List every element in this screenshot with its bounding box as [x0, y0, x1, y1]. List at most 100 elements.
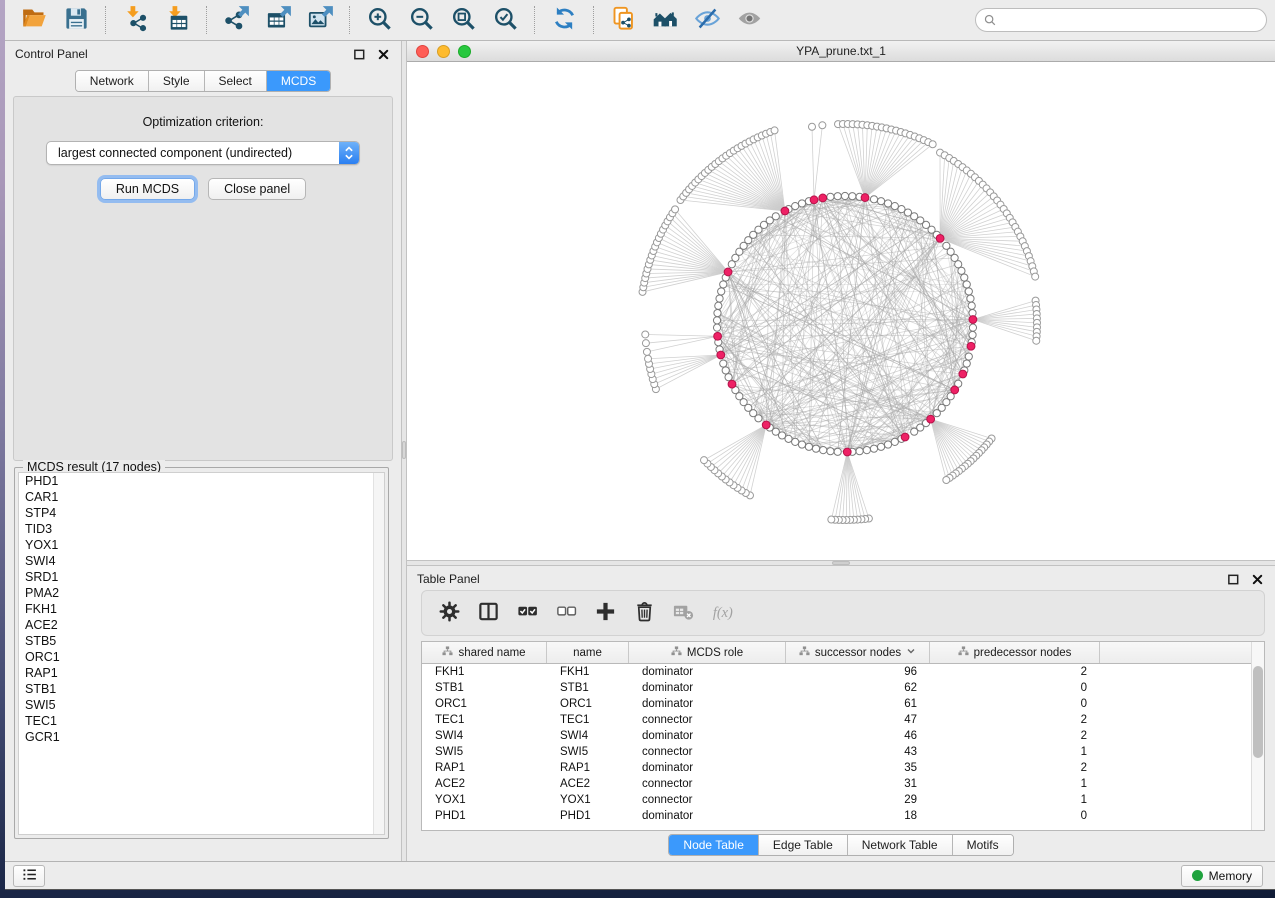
tab-node-table[interactable]: Node Table — [669, 835, 759, 855]
horizontal-splitter-handle[interactable] — [832, 561, 850, 565]
network-node[interactable] — [792, 438, 799, 445]
satellite-node[interactable] — [1033, 337, 1040, 344]
network-node[interactable] — [870, 196, 877, 203]
network-node[interactable] — [849, 193, 856, 200]
tab-edge-table[interactable]: Edge Table — [759, 835, 848, 855]
column-header-predecessor-nodes[interactable]: predecessor nodes — [930, 642, 1100, 663]
import-network-button[interactable] — [117, 3, 153, 37]
satellite-node[interactable] — [645, 355, 652, 362]
satellite-node[interactable] — [701, 457, 708, 464]
tab-mcds[interactable]: MCDS — [267, 71, 330, 91]
add-column-button[interactable] — [590, 598, 620, 628]
mcds-node[interactable] — [819, 194, 827, 202]
network-node[interactable] — [713, 324, 720, 331]
save-session-button[interactable] — [58, 3, 94, 37]
network-node[interactable] — [877, 198, 884, 205]
mcds-node[interactable] — [959, 370, 967, 378]
mcds-node[interactable] — [969, 316, 977, 324]
table-row[interactable]: YOX1YOX1connector291 — [422, 792, 1264, 808]
table-row[interactable]: ACE2ACE2connector311 — [422, 776, 1264, 792]
close-panel-button[interactable]: Close panel — [208, 178, 306, 200]
mcds-result-item[interactable]: SWI4 — [19, 553, 384, 569]
mcds-node[interactable] — [781, 207, 789, 215]
network-node[interactable] — [805, 443, 812, 450]
network-node[interactable] — [820, 447, 827, 454]
network-node[interactable] — [798, 200, 805, 207]
network-node[interactable] — [969, 331, 976, 338]
table-row[interactable]: FKH1FKH1dominator962 — [422, 664, 1264, 680]
network-node[interactable] — [827, 448, 834, 455]
mcds-node[interactable] — [714, 332, 722, 340]
tab-network-table[interactable]: Network Table — [848, 835, 953, 855]
mcds-result-item[interactable]: YOX1 — [19, 537, 384, 553]
satellite-node[interactable] — [943, 476, 950, 483]
network-node[interactable] — [834, 193, 841, 200]
vertical-splitter-handle[interactable] — [402, 441, 406, 459]
satellite-node[interactable] — [819, 122, 826, 129]
network-node[interactable] — [877, 443, 884, 450]
search-input[interactable] — [975, 8, 1267, 32]
table-scrollbar-thumb[interactable] — [1253, 666, 1263, 758]
network-canvas[interactable] — [407, 62, 1275, 560]
table-row[interactable]: STB1STB1dominator620 — [422, 680, 1264, 696]
network-node[interactable] — [965, 288, 972, 295]
satellite-node[interactable] — [929, 141, 936, 148]
network-node[interactable] — [963, 281, 970, 288]
task-history-button[interactable] — [13, 865, 45, 887]
mcds-result-item[interactable]: RAP1 — [19, 665, 384, 681]
network-node[interactable] — [884, 200, 891, 207]
tab-motifs[interactable]: Motifs — [953, 835, 1013, 855]
satellite-node[interactable] — [642, 331, 649, 338]
mcds-result-item[interactable]: PMA2 — [19, 585, 384, 601]
mcds-node[interactable] — [927, 415, 935, 423]
network-node[interactable] — [713, 317, 720, 324]
hide-selected-button[interactable] — [689, 3, 725, 37]
network-node[interactable] — [863, 447, 870, 454]
open-session-button[interactable] — [16, 3, 52, 37]
network-node[interactable] — [720, 281, 727, 288]
table-scrollbar[interactable] — [1251, 642, 1264, 830]
network-node[interactable] — [715, 302, 722, 309]
mcds-result-item[interactable]: STB5 — [19, 633, 384, 649]
network-node[interactable] — [714, 309, 721, 316]
mcds-node[interactable] — [861, 194, 869, 202]
mcds-node[interactable] — [717, 351, 725, 359]
network-node[interactable] — [870, 445, 877, 452]
tab-network[interactable]: Network — [76, 71, 149, 91]
table-row[interactable]: SWI5SWI5connector431 — [422, 744, 1264, 760]
mcds-node[interactable] — [762, 421, 770, 429]
export-table-button[interactable] — [260, 3, 296, 37]
network-node[interactable] — [967, 295, 974, 302]
network-node[interactable] — [963, 360, 970, 367]
network-graph[interactable] — [407, 62, 1275, 560]
mcds-node[interactable] — [967, 342, 975, 350]
network-node[interactable] — [772, 213, 779, 220]
satellite-node[interactable] — [808, 123, 815, 130]
close-panel-icon[interactable] — [376, 47, 391, 62]
mcds-result-item[interactable]: SRD1 — [19, 569, 384, 585]
mcds-node[interactable] — [936, 234, 944, 242]
network-node[interactable] — [911, 428, 918, 435]
mcds-result-item[interactable]: STP4 — [19, 505, 384, 521]
network-node[interactable] — [856, 448, 863, 455]
network-node[interactable] — [716, 295, 723, 302]
mcds-result-item[interactable]: TEC1 — [19, 713, 384, 729]
network-node[interactable] — [834, 448, 841, 455]
column-header-MCDS-role[interactable]: MCDS role — [629, 642, 786, 663]
table-row[interactable]: SWI4SWI4dominator462 — [422, 728, 1264, 744]
satellite-node[interactable] — [828, 516, 835, 523]
memory-button[interactable]: Memory — [1181, 865, 1263, 887]
tab-select[interactable]: Select — [205, 71, 267, 91]
network-node[interactable] — [718, 288, 725, 295]
network-node[interactable] — [955, 261, 962, 268]
mcds-result-item[interactable]: TID3 — [19, 521, 384, 537]
mcds-node[interactable] — [810, 196, 818, 204]
satellite-node[interactable] — [642, 340, 649, 347]
mcds-result-item[interactable]: PHD1 — [19, 473, 384, 489]
mcds-list-scrollbar[interactable] — [373, 473, 384, 834]
run-mcds-button[interactable]: Run MCDS — [100, 178, 195, 200]
mcds-result-list[interactable]: PHD1CAR1STP4TID3YOX1SWI4SRD1PMA2FKH1ACE2… — [18, 472, 385, 835]
column-header-name[interactable]: name — [547, 642, 629, 663]
network-node[interactable] — [827, 193, 834, 200]
network-node[interactable] — [958, 267, 965, 274]
